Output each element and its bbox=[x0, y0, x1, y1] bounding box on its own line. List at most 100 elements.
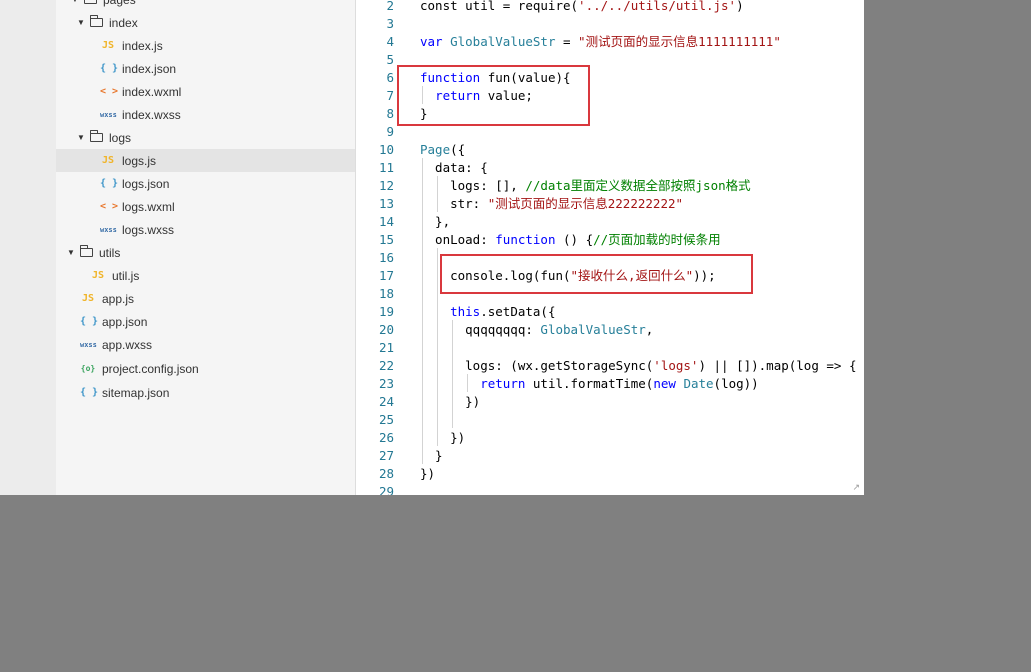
code-token: '../../utils/util.js' bbox=[578, 0, 737, 13]
folder-icon bbox=[90, 15, 103, 27]
code-token: ) bbox=[736, 0, 744, 13]
code-token: logs: (wx.getStorageSync( bbox=[420, 358, 654, 373]
code-token: (log)) bbox=[713, 376, 759, 391]
code-editor[interactable]: 2 3 4 5 6 7 8 9 10 11 12 13 14 15 16 17 18 19 20 21 22 23 24 25… bbox=[356, 0, 864, 495]
chevron-down-icon[interactable]: ▼ bbox=[66, 248, 76, 257]
tree-file-app-json[interactable]: { } app.json bbox=[56, 310, 355, 333]
line-number: 17 bbox=[378, 268, 394, 283]
code-token: new bbox=[653, 376, 684, 391]
tree-file-index-json[interactable]: { } index.json bbox=[56, 57, 355, 80]
code-token: }, bbox=[420, 214, 451, 229]
code-line: return util.formatTime(new Date(log)) bbox=[420, 375, 759, 393]
line-number-gutter: 2 3 4 5 6 7 8 9 10 11 12 13 14 15 16 17 18 19 20 21 22 23 24 25… bbox=[356, 0, 396, 495]
js-file-icon: JS bbox=[101, 155, 115, 166]
line-number: 2 bbox=[386, 0, 394, 13]
tree-folder-index[interactable]: ▼ index bbox=[56, 11, 355, 34]
tree-file-project-config-json[interactable]: {o} project.config.json bbox=[56, 357, 355, 380]
tree-folder-logs[interactable]: ▼ logs bbox=[56, 126, 355, 149]
line-number: 19 bbox=[378, 304, 394, 319]
tree-file-logs-js[interactable]: JS logs.js bbox=[56, 149, 355, 172]
tree-item-label: index.wxss bbox=[122, 107, 181, 122]
code-token: //页面加载的时候条用 bbox=[593, 232, 721, 247]
code-line: qqqqqqqq: GlobalValueStr, bbox=[420, 321, 653, 339]
highlight-box-console-log bbox=[440, 254, 753, 294]
indent-guide bbox=[422, 158, 423, 464]
js-file-icon: JS bbox=[91, 270, 105, 281]
tree-file-logs-wxss[interactable]: wxss logs.wxss bbox=[56, 218, 355, 241]
wxss-file-icon: wxss bbox=[100, 110, 117, 119]
indent-guide bbox=[437, 176, 438, 212]
chevron-down-icon[interactable]: ▼ bbox=[70, 0, 80, 4]
line-number: 7 bbox=[386, 88, 394, 103]
chevron-down-icon[interactable]: ▼ bbox=[76, 133, 86, 142]
resize-handle-icon[interactable]: ↗ bbox=[852, 482, 860, 493]
line-number: 8 bbox=[386, 106, 394, 121]
js-file-icon: JS bbox=[101, 40, 115, 51]
code-token: } bbox=[420, 448, 443, 463]
line-number: 24 bbox=[378, 394, 394, 409]
code-line: }) bbox=[420, 465, 435, 483]
tree-item-label: index bbox=[109, 15, 138, 30]
code-line: const util = require('../../utils/util.j… bbox=[420, 0, 744, 15]
code-line: this.setData({ bbox=[420, 303, 555, 321]
line-number: 5 bbox=[386, 52, 394, 67]
code-line: }) bbox=[420, 393, 480, 411]
tree-folder-pages[interactable]: ▼ pages bbox=[56, 0, 355, 11]
chevron-down-icon[interactable]: ▼ bbox=[76, 18, 86, 27]
tree-file-sitemap-json[interactable]: { } sitemap.json bbox=[56, 381, 355, 404]
code-token: , bbox=[645, 322, 654, 337]
wxml-file-icon: < > bbox=[100, 86, 119, 97]
code-line: Page({ bbox=[420, 141, 465, 159]
tree-file-app-wxss[interactable]: wxss app.wxss bbox=[56, 333, 355, 356]
tree-folder-utils[interactable]: ▼ utils bbox=[56, 241, 355, 264]
code-token: data: { bbox=[420, 160, 488, 175]
folder-icon bbox=[80, 245, 93, 257]
code-token: //data里面定义数据全部按照json格式 bbox=[525, 178, 751, 193]
json-file-icon: { } bbox=[80, 387, 99, 398]
config-file-icon: {o} bbox=[80, 364, 96, 373]
code-line: }, bbox=[420, 213, 450, 231]
line-number: 15 bbox=[378, 232, 394, 247]
line-number: 25 bbox=[378, 412, 394, 427]
tree-item-label: sitemap.json bbox=[102, 385, 170, 400]
code-token: GlobalValueStr bbox=[540, 322, 646, 337]
line-number: 28 bbox=[378, 466, 394, 481]
code-line: data: { bbox=[420, 159, 488, 177]
tree-file-logs-json[interactable]: { } logs.json bbox=[56, 172, 355, 195]
code-token: onLoad: bbox=[420, 232, 496, 247]
tree-file-app-js[interactable]: JS app.js bbox=[56, 287, 355, 310]
wxml-file-icon: < > bbox=[100, 201, 119, 212]
code-token: .setData({ bbox=[480, 304, 556, 319]
line-number: 3 bbox=[386, 16, 394, 31]
tree-item-label: logs bbox=[109, 130, 132, 145]
code-token: str: bbox=[420, 196, 488, 211]
json-file-icon: { } bbox=[100, 63, 119, 74]
code-line: }) bbox=[420, 429, 465, 447]
line-number: 9 bbox=[386, 124, 394, 139]
code-token: const util = require( bbox=[420, 0, 579, 13]
code-line: var GlobalValueStr = "测试页面的显示信息111111111… bbox=[420, 33, 781, 51]
code-token: Date bbox=[683, 376, 714, 391]
code-token: 'logs' bbox=[653, 358, 699, 373]
tree-file-index-js[interactable]: JS index.js bbox=[56, 34, 355, 57]
tree-item-label: logs.wxml bbox=[122, 199, 175, 214]
code-token: GlobalValueStr bbox=[450, 34, 556, 49]
line-number: 11 bbox=[378, 160, 394, 175]
folder-icon bbox=[84, 0, 97, 4]
line-number: 23 bbox=[378, 376, 394, 391]
line-number: 6 bbox=[386, 70, 394, 85]
code-token: () { bbox=[563, 232, 594, 247]
tree-file-index-wxss[interactable]: wxss index.wxss bbox=[56, 103, 355, 126]
line-number: 27 bbox=[378, 448, 394, 463]
tree-item-label: pages bbox=[103, 0, 136, 7]
tree-file-logs-wxml[interactable]: < > logs.wxml bbox=[56, 195, 355, 218]
line-number: 12 bbox=[378, 178, 394, 193]
tree-file-index-wxml[interactable]: < > index.wxml bbox=[56, 80, 355, 103]
line-number: 13 bbox=[378, 196, 394, 211]
highlight-box-function bbox=[397, 65, 590, 126]
json-file-icon: { } bbox=[100, 178, 119, 189]
activity-bar bbox=[0, 0, 57, 495]
tree-item-label: index.wxml bbox=[122, 84, 182, 99]
tree-file-util-js[interactable]: JS util.js bbox=[56, 264, 355, 287]
